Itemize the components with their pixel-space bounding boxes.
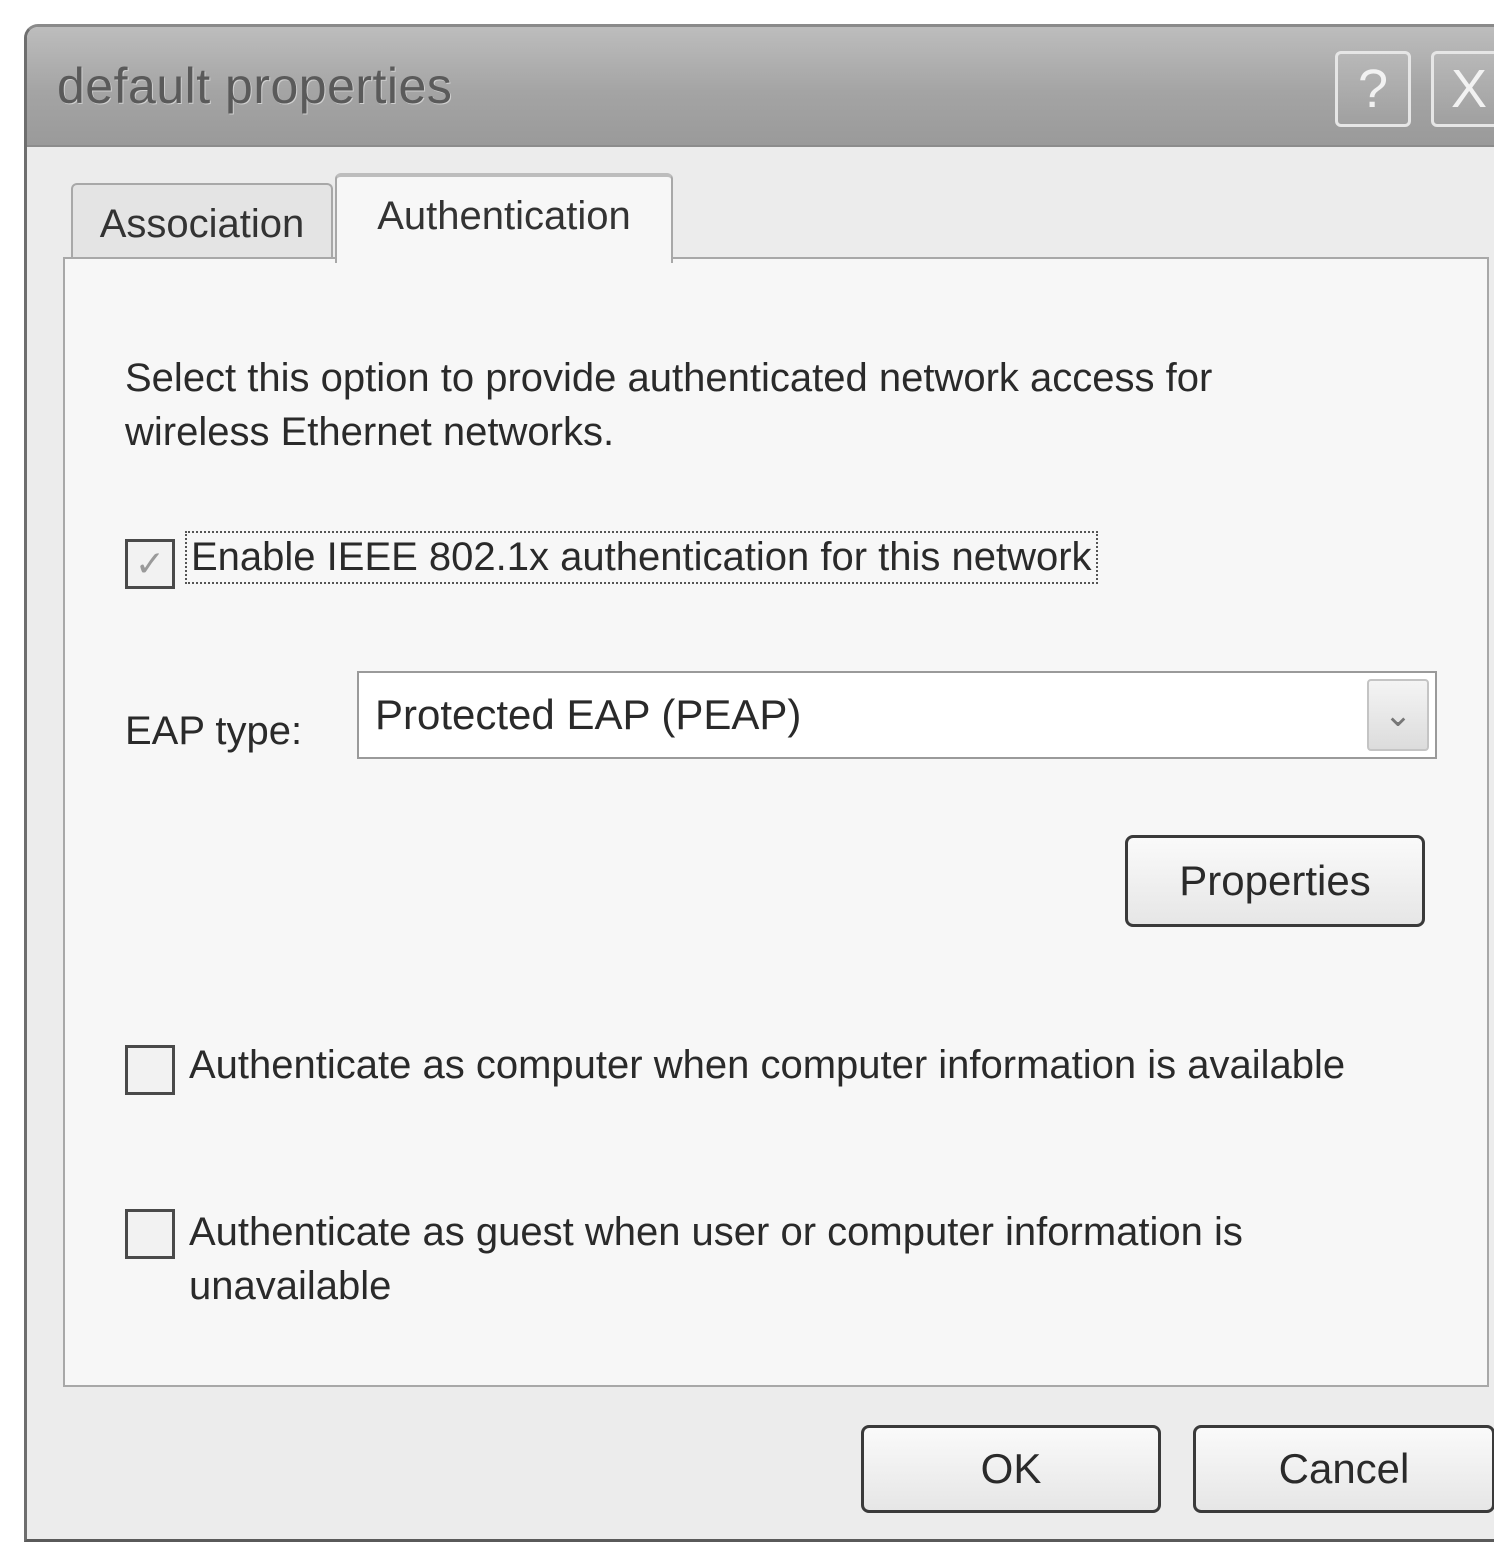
auth-as-computer-label[interactable]: Authenticate as computer when computer i… — [189, 1043, 1345, 1088]
checkmark-icon: ✓ — [134, 543, 166, 584]
tab-authentication[interactable]: Authentication — [335, 173, 673, 263]
auth-as-computer-checkbox[interactable] — [125, 1045, 175, 1095]
ok-button[interactable]: OK — [861, 1425, 1161, 1513]
properties-dialog: default properties ? X Association Authe… — [24, 24, 1494, 1542]
properties-button[interactable]: Properties — [1125, 835, 1425, 927]
cancel-button[interactable]: Cancel — [1193, 1425, 1494, 1513]
auth-as-guest-label[interactable]: Authenticate as guest when user or compu… — [189, 1205, 1389, 1313]
auth-as-guest-checkbox[interactable] — [125, 1209, 175, 1259]
title-bar[interactable]: default properties ? X — [27, 27, 1494, 147]
close-button[interactable]: X — [1431, 51, 1494, 127]
eap-type-value: Protected EAP (PEAP) — [375, 691, 802, 738]
help-button[interactable]: ? — [1335, 51, 1411, 127]
authentication-panel: Select this option to provide authentica… — [63, 257, 1489, 1387]
window-title: default properties — [57, 58, 453, 114]
enable-8021x-label[interactable]: Enable IEEE 802.1x authentication for th… — [185, 531, 1098, 584]
tab-association[interactable]: Association — [71, 183, 333, 263]
eap-type-label: EAP type: — [125, 709, 303, 753]
eap-type-select[interactable]: Protected EAP (PEAP) ⌄ — [357, 671, 1437, 759]
chevron-down-icon[interactable]: ⌄ — [1367, 679, 1429, 751]
enable-8021x-checkbox[interactable]: ✓ — [125, 539, 175, 589]
description-text: Select this option to provide authentica… — [125, 356, 1213, 454]
